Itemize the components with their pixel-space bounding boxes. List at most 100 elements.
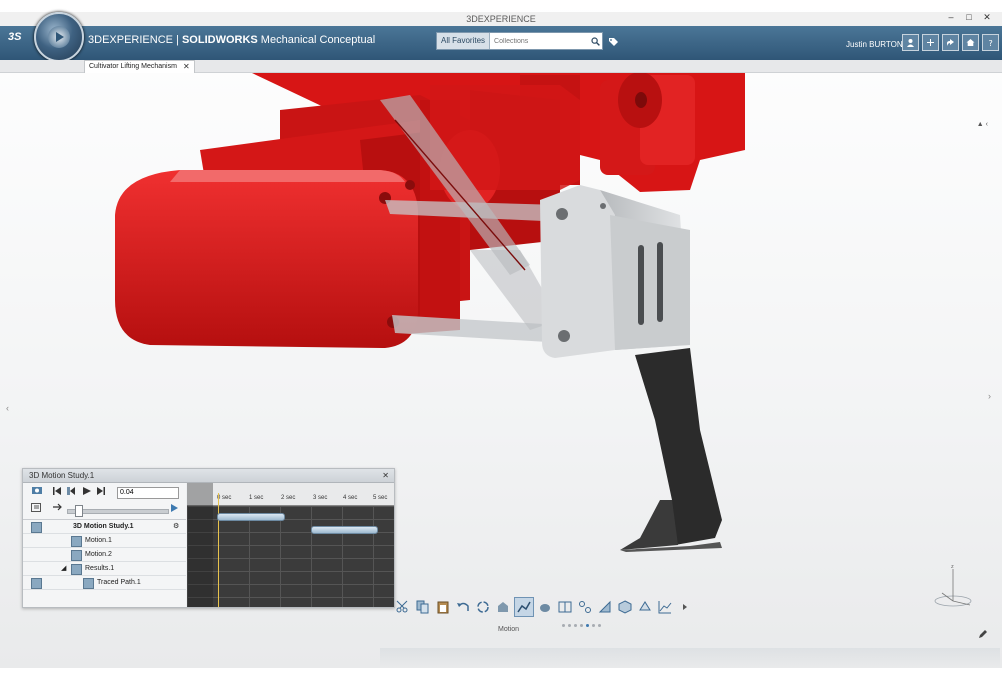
graph-icon[interactable] [656,598,674,616]
ruler-tick: 1 sec [249,495,264,501]
product-name: SOLIDWORKS [181,34,258,46]
copy-icon[interactable] [414,598,432,616]
user-name[interactable]: Justin BURTON [846,40,903,49]
compass-play-icon[interactable] [48,26,70,48]
rotate-icon[interactable] [474,598,492,616]
pager-dot[interactable] [598,624,601,627]
motion-study-panel: 3D Motion Study.1 ✕ 0.04 3D Motion Study… [22,468,395,608]
timeline-lead-in [187,483,213,607]
left-panel-toggle-icon[interactable]: ‹ [6,403,9,413]
brand-prefix: 3D [88,34,103,46]
results-icon [71,564,82,575]
split-icon[interactable] [556,598,574,616]
right-panel-toggle-icon[interactable]: › [988,391,991,401]
svg-text:z: z [951,564,954,570]
motion-study-title: 3D Motion Study.1 [29,471,95,480]
motion-timeline[interactable]: 0 sec 1 sec 2 sec 3 sec 4 sec 5 sec [187,483,394,607]
close-window-button[interactable]: ✕ [982,12,992,23]
mounting-bracket[interactable] [540,185,690,358]
add-icon[interactable] [922,34,939,51]
search-input[interactable] [490,36,588,46]
pager-dot[interactable] [592,624,595,627]
top-action-bar: ? [902,34,999,51]
sketch-icon[interactable] [596,598,614,616]
view-options-icon[interactable] [31,503,43,515]
tag-icon[interactable] [608,35,619,53]
settings-gear-icon[interactable]: ⚙ [173,520,179,533]
ruler-tick: 2 sec [281,495,296,501]
action-bar-pager [562,624,601,627]
share-icon[interactable] [942,34,959,51]
tab-cultivator[interactable]: Cultivator Lifting Mechanism ✕ [84,60,195,73]
select-icon[interactable] [576,598,594,616]
pager-dot[interactable] [574,624,577,627]
window-caption: 3DEXPERIENCE [0,12,1002,26]
brand-separator: | [176,34,179,46]
tree-row-results[interactable]: ◢ Results.1 [23,562,186,576]
tree-row-traced-path[interactable]: Traced Path.1 [23,576,186,590]
tree-row-motion-1[interactable]: Motion.1 [23,534,186,548]
more-icon[interactable] [676,598,694,616]
motion-study-header[interactable]: 3D Motion Study.1 ✕ [23,469,394,483]
pager-dot[interactable] [568,624,571,627]
close-icon[interactable]: ✕ [382,469,389,482]
home-icon[interactable] [962,34,979,51]
traced-path-icon [31,578,42,589]
user-icon[interactable] [902,34,919,51]
ruler-tick: 3 sec [313,495,328,501]
pager-dot[interactable] [562,624,565,627]
action-bar [394,596,694,618]
app-title: 3DEXPERIENCE | SOLIDWORKS Mechanical Con… [88,34,375,46]
undo-icon[interactable] [454,598,472,616]
compass-widget[interactable] [34,12,84,62]
minimize-button[interactable]: – [946,12,956,23]
ruler-tick: 5 sec [373,495,388,501]
timeline-bar-motion-1[interactable] [217,513,285,521]
help-icon[interactable]: ? [982,34,999,51]
skip-end-icon[interactable] [97,487,105,497]
assembly-icon[interactable] [494,598,512,616]
path-icon [83,578,94,589]
cube-icon[interactable] [616,598,634,616]
timeline-bar-motion-2[interactable] [310,526,379,534]
search-icon[interactable] [588,34,602,48]
time-input[interactable]: 0.04 [117,487,179,499]
action-bar-label: Motion [498,626,520,633]
cultivator-shank[interactable] [620,348,722,552]
product-rest: Mechanical Conceptual [257,34,376,46]
pager-dot[interactable] [580,624,583,627]
window-controls: – □ ✕ [946,12,992,23]
window-reflection [380,648,1000,668]
expand-chevron-icon[interactable]: ◢ [61,562,66,575]
section-icon[interactable] [636,598,654,616]
tab-close-icon[interactable]: ✕ [183,61,190,73]
tree-row-motion-2[interactable]: Motion.2 [23,548,186,562]
results-icon[interactable] [536,598,554,616]
tab-bar: Cultivator Lifting Mechanism ✕ ▲ ‹ [0,60,1002,128]
maximize-button[interactable]: □ [964,12,974,23]
scissors-icon[interactable] [394,598,412,616]
motion-icon [71,550,82,561]
speed-icon[interactable] [171,503,181,515]
skip-start-icon[interactable] [53,487,61,497]
pager-dot[interactable] [586,624,589,627]
motion-study-tree-panel: 0.04 3D Motion Study.1 ⚙ Motion.1 Motion… [23,483,186,607]
motion-icon[interactable] [514,597,534,617]
playback-controls: 0.04 [23,483,186,520]
tab-label: Cultivator Lifting Mechanism [89,63,177,70]
axis-triad-icon[interactable]: z [928,561,974,611]
motion-tree: 3D Motion Study.1 ⚙ Motion.1 Motion.2 ◢ … [23,520,186,590]
dassault-logo[interactable]: 3S [8,31,21,43]
loop-arrow-icon[interactable] [53,503,63,513]
timeline-playhead[interactable] [218,493,220,607]
play-icon[interactable] [83,487,91,497]
tree-row-study[interactable]: 3D Motion Study.1 ⚙ [23,520,186,534]
record-icon[interactable] [31,485,43,498]
paste-icon[interactable] [434,598,452,616]
search-scope-dropdown[interactable]: All Favorites [437,33,491,49]
svg-text:?: ? [989,39,993,47]
speed-slider-handle[interactable] [75,505,83,517]
pencil-icon[interactable] [978,629,988,639]
step-back-icon[interactable] [67,487,75,497]
study-icon [31,522,42,533]
